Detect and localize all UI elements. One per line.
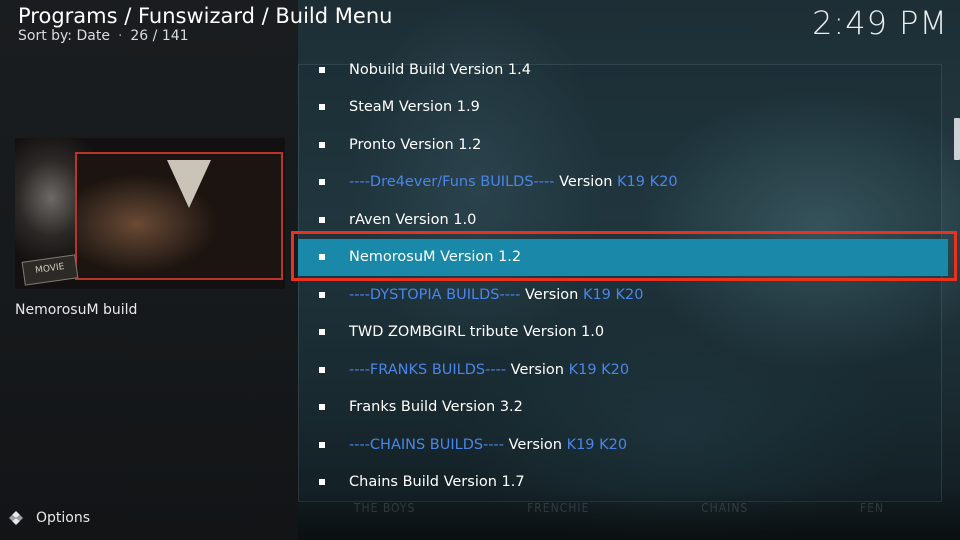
options-button[interactable]: Options — [8, 510, 90, 526]
label-segment: SteaM Version 1.9 — [349, 99, 480, 116]
list-item[interactable]: ----FRANKS BUILDS---- Version K19 K20 — [298, 351, 948, 389]
bullet-icon — [319, 141, 325, 148]
list-item[interactable]: ----DYSTOPIA BUILDS---- Version K19 K20 — [298, 276, 948, 314]
bullet-icon — [319, 441, 325, 448]
label-segment: ----DYSTOPIA BUILDS---- — [349, 286, 521, 303]
build-list: Nobuild Build Version 1.4 SteaM Version 1… — [298, 51, 948, 501]
list-item[interactable]: rAven Version 1.0 — [298, 201, 948, 239]
label-segment: Version — [504, 436, 567, 453]
bullet-icon — [319, 291, 325, 298]
list-item-label: SteaM Version 1.9 — [349, 99, 480, 115]
sort-label[interactable]: Sort by: Date — [18, 28, 110, 44]
sort-info: Sort by: Date · 26 / 141 — [18, 28, 189, 44]
label-segment: Nobuild Build Version 1.4 — [349, 61, 531, 78]
list-item-label: NemorosuM Version 1.2 — [349, 249, 521, 265]
bullet-icon — [319, 104, 325, 111]
bullet-icon — [319, 366, 325, 373]
thumbnail-frame — [75, 152, 283, 280]
list-item[interactable]: SteaM Version 1.9 — [298, 89, 948, 127]
label-segment: rAven Version 1.0 — [349, 211, 477, 228]
item-position: 26 / 141 — [130, 28, 189, 44]
list-item-label: ----FRANKS BUILDS---- Version K19 K20 — [349, 362, 629, 378]
thumbnail-badge: MOVIE — [21, 254, 79, 286]
label-segment: Version — [520, 286, 583, 303]
list-item-selected[interactable]: NemorosuM Version 1.2 — [298, 238, 948, 276]
background-label: FRENCHIE — [527, 501, 590, 515]
bullet-icon — [319, 404, 325, 411]
label-segment: ----CHAINS BUILDS---- — [349, 436, 505, 453]
bullet-icon — [319, 254, 325, 261]
clock: 2:49 PM — [812, 4, 948, 42]
bullet-icon — [319, 179, 325, 186]
list-item[interactable]: Chains Build Version 1.7 — [298, 464, 948, 502]
label-segment: Version — [506, 361, 569, 378]
bullet-icon — [319, 66, 325, 73]
bullet-icon — [319, 329, 325, 336]
label-segment: ----Dre4ever/Funs BUILDS---- — [349, 174, 555, 191]
label-segment: ----FRANKS BUILDS---- — [349, 361, 507, 378]
item-thumbnail: MOVIE — [15, 138, 285, 289]
list-item[interactable]: ----Dre4ever/Funs BUILDS---- Version K19… — [298, 164, 948, 202]
label-segment: K19 K20 — [566, 436, 628, 453]
list-item-label: TWD ZOMBGIRL tribute Version 1.0 — [349, 324, 604, 340]
label-segment: Franks Build Version 3.2 — [349, 399, 523, 416]
options-icon — [8, 510, 24, 526]
label-segment: TWD ZOMBGIRL tribute Version 1.0 — [349, 324, 605, 341]
label-segment: K19 K20 — [617, 174, 678, 191]
list-item-label: ----DYSTOPIA BUILDS---- Version K19 K20 — [349, 287, 643, 303]
list-item-label: Nobuild Build Version 1.4 — [349, 62, 531, 78]
breadcrumb: Programs / Funswizard / Build Menu — [18, 4, 393, 28]
list-item[interactable]: Pronto Version 1.2 — [298, 126, 948, 164]
item-description: NemorosuM build — [15, 302, 138, 318]
label-segment: Version — [554, 174, 618, 191]
bullet-icon — [319, 479, 325, 486]
label-segment: NemorosuM Version 1.2 — [349, 249, 522, 266]
list-item-label: Franks Build Version 3.2 — [349, 399, 523, 415]
background-label: FEN — [860, 501, 885, 515]
list-item[interactable]: Nobuild Build Version 1.4 — [298, 51, 948, 89]
scrollbar[interactable] — [954, 118, 960, 160]
background-label: THE BOYS — [353, 501, 416, 515]
label-segment: K19 K20 — [568, 361, 630, 378]
list-item-label: Pronto Version 1.2 — [349, 137, 481, 153]
list-item-label: Chains Build Version 1.7 — [349, 474, 525, 490]
thumbnail-pyramid-shape — [167, 160, 211, 208]
options-label: Options — [36, 510, 91, 526]
list-item-label: rAven Version 1.0 — [349, 212, 476, 228]
label-segment: Chains Build Version 1.7 — [349, 474, 525, 491]
bullet-icon — [319, 216, 325, 223]
label-segment: Pronto Version 1.2 — [349, 136, 482, 153]
list-item-label: ----Dre4ever/Funs BUILDS---- Version K19… — [349, 174, 678, 190]
list-item-label: ----CHAINS BUILDS---- Version K19 K20 — [349, 437, 627, 453]
list-item[interactable]: ----CHAINS BUILDS---- Version K19 K20 — [298, 426, 948, 464]
label-segment: K19 K20 — [582, 286, 644, 303]
separator-dot: · — [117, 28, 123, 44]
list-item[interactable]: TWD ZOMBGIRL tribute Version 1.0 — [298, 314, 948, 352]
background-label: CHAINS — [701, 501, 749, 515]
list-item[interactable]: Franks Build Version 3.2 — [298, 389, 948, 427]
